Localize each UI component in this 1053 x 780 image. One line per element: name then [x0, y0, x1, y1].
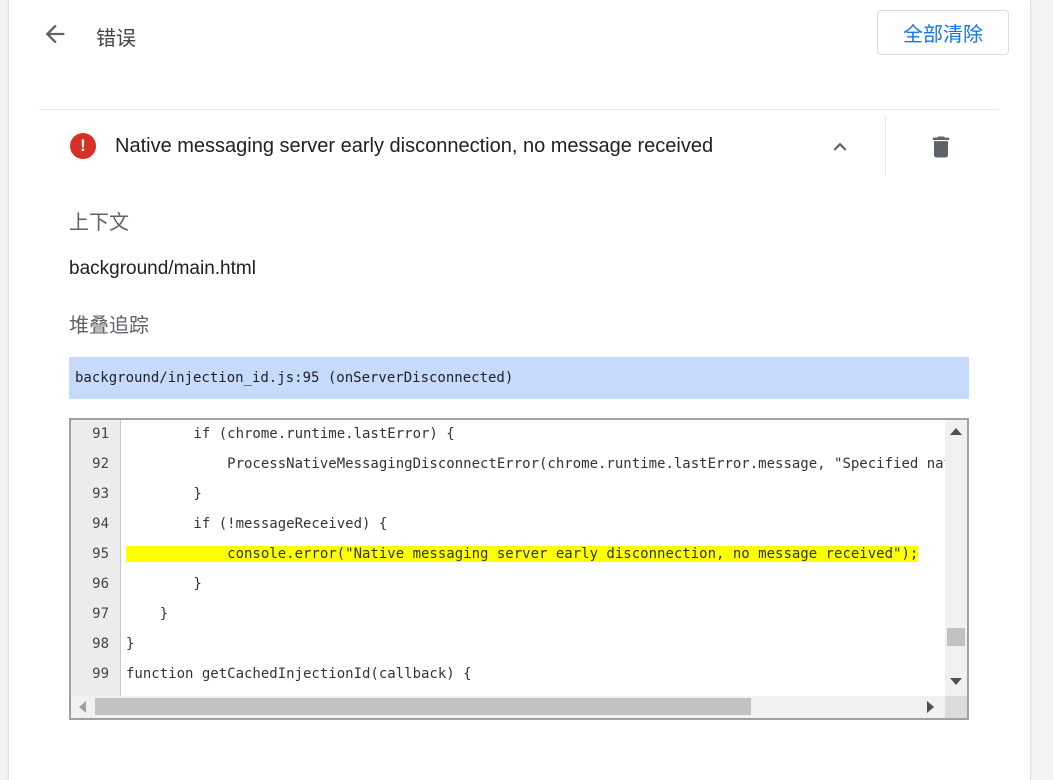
line-number: 94 [92, 516, 109, 532]
code-line: 98} [71, 630, 947, 660]
error-details-card: 错误 全部清除 ! Native messaging server early … [8, 0, 1031, 780]
code-text: } [126, 636, 135, 652]
scroll-left-icon[interactable] [79, 701, 86, 713]
code-viewer: 91 if (chrome.runtime.lastError) {92 Pro… [69, 418, 969, 720]
code-line: 95 console.error("Native messaging serve… [71, 540, 947, 570]
line-number: 98 [92, 636, 109, 652]
code-text: if (!messageReceived) { [126, 516, 388, 532]
line-number: 93 [92, 486, 109, 502]
line-number: 95 [92, 546, 109, 562]
page-title: 错误 [96, 28, 136, 50]
scrollbar-corner [945, 696, 967, 718]
back-button[interactable] [41, 20, 69, 48]
scroll-up-icon[interactable] [950, 428, 962, 435]
error-message: Native messaging server early disconnect… [115, 135, 714, 157]
line-number: 97 [92, 606, 109, 622]
horizontal-scrollbar[interactable] [71, 696, 947, 718]
vertical-scrollbar[interactable] [945, 420, 967, 696]
context-value: background/main.html [69, 258, 256, 279]
code-line: 94 if (!messageReceived) { [71, 510, 947, 540]
clear-all-button[interactable]: 全部清除 [877, 10, 1009, 55]
header-separator [885, 116, 886, 176]
arrow-left-icon [45, 24, 65, 44]
vertical-scroll-thumb[interactable] [947, 628, 965, 646]
trash-icon [932, 136, 950, 158]
code-text: } [126, 576, 202, 592]
collapse-button[interactable] [827, 134, 853, 160]
code-text: ProcessNativeMessagingDisconnectError(ch… [126, 456, 969, 472]
code-text: } [126, 486, 202, 502]
stack-trace-label: 堆叠追踪 [69, 315, 149, 337]
code-line: 91 if (chrome.runtime.lastError) { [71, 420, 947, 450]
line-number: 99 [92, 666, 109, 682]
header-divider [39, 109, 999, 110]
chevron-up-icon [833, 142, 847, 151]
scroll-down-icon[interactable] [950, 678, 962, 685]
code-text: function getCachedInjectionId(callback) … [126, 666, 472, 682]
code-text: if (chrome.runtime.lastError) { [126, 426, 455, 442]
line-number: 96 [92, 576, 109, 592]
line-number: 92 [92, 456, 109, 472]
delete-error-button[interactable] [927, 132, 955, 162]
scroll-right-icon[interactable] [927, 701, 934, 713]
horizontal-scroll-thumb[interactable] [95, 698, 751, 715]
stack-frame[interactable]: background/injection_id.js:95 (onServerD… [69, 357, 969, 399]
code-line: 99 function getCachedInjectionId(callback… [71, 660, 947, 690]
context-label: 上下文 [69, 212, 129, 234]
code-line: 93 } [71, 480, 947, 510]
code-text: } [126, 606, 169, 622]
line-number: 91 [92, 426, 109, 442]
code-line: 92 ProcessNativeMessagingDisconnectError… [71, 450, 967, 480]
error-circle-icon: ! [70, 133, 96, 159]
highlighted-code-text: console.error("Native messaging server e… [126, 546, 919, 562]
code-line: 97 } [71, 600, 947, 630]
code-line: 96 } [71, 570, 947, 600]
